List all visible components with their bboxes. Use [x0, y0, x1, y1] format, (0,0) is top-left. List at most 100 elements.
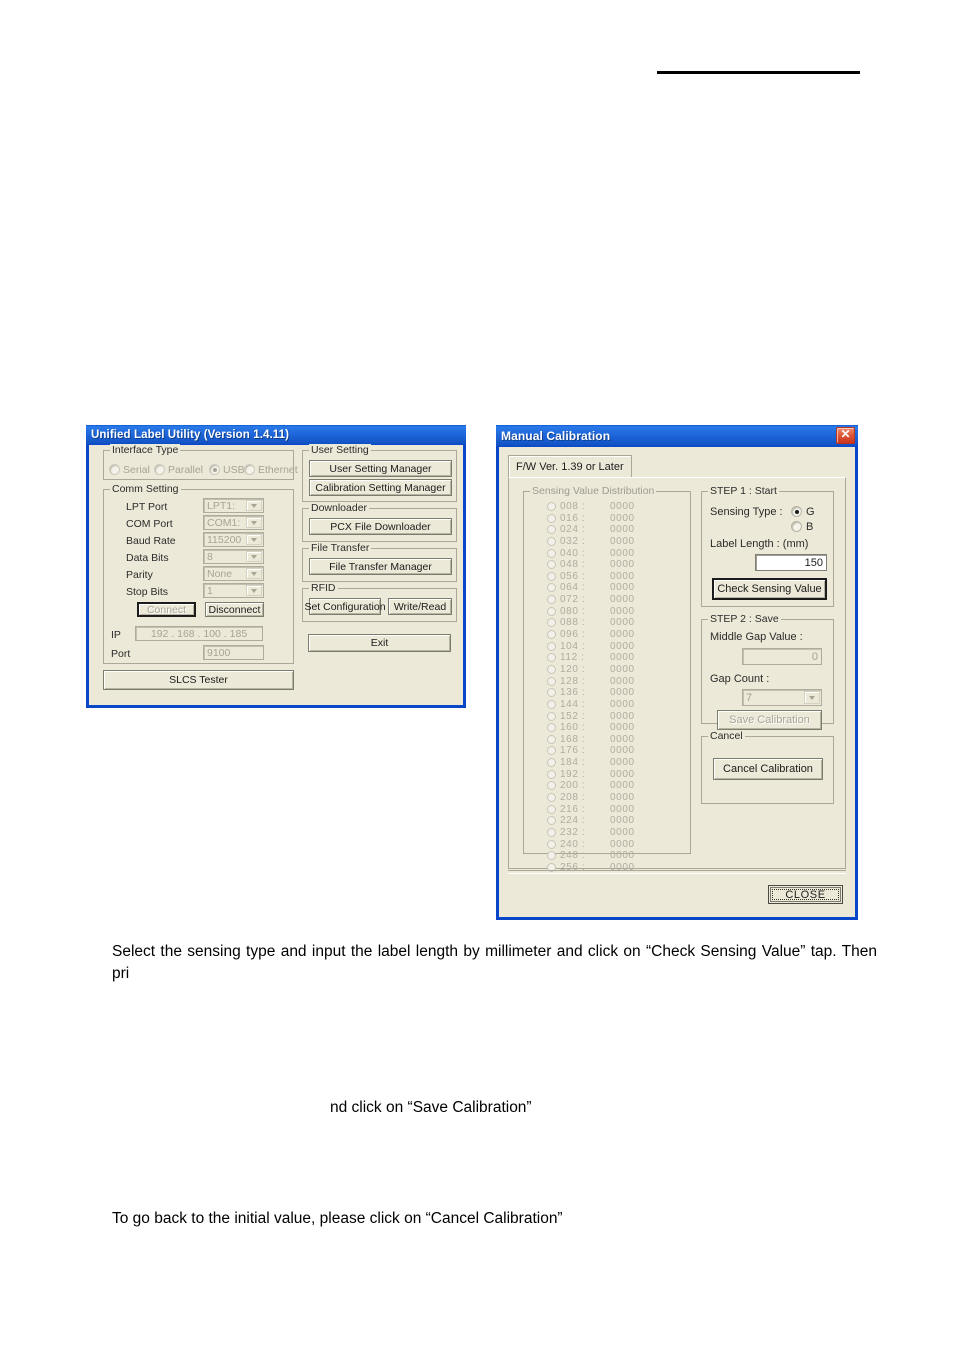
sensing-value-amount: 0000 [610, 640, 635, 652]
sensing-value-distribution-groupbox: Sensing Value Distribution 008 :0000 016 … [523, 485, 691, 873]
chevron-down-icon[interactable] [246, 551, 262, 562]
sensing-value-row: 016 : 0000 [547, 513, 684, 525]
sensing-value-row: 104 : 0000 [547, 641, 684, 653]
sensing-value-radio[interactable] [547, 641, 556, 651]
middle-gap-value-field[interactable]: 0 [742, 648, 822, 665]
sensing-value-radio[interactable] [547, 827, 556, 837]
sensing-value-index: 032 : [560, 535, 586, 547]
sensing-value-radio[interactable] [547, 746, 556, 756]
baud-rate-combo[interactable]: 115200 [203, 532, 264, 547]
close-button[interactable]: CLOSE [768, 885, 843, 904]
sensing-value-amount: 0000 [610, 757, 635, 769]
sensing-value-index: 056 : [560, 570, 586, 582]
radio-serial[interactable] [109, 464, 120, 475]
ip-field[interactable]: 192 . 168 . 100 . 185 [135, 626, 263, 641]
sensing-value-index: 104 : [560, 640, 586, 652]
sensing-value-radio[interactable] [547, 560, 556, 570]
sensing-value-radio[interactable] [547, 583, 556, 593]
gap-count-combo[interactable]: 7 [742, 689, 822, 706]
tab-fw-version[interactable]: F/W Ver. 1.39 or Later [508, 455, 632, 477]
disconnect-button[interactable]: Disconnect [205, 602, 264, 617]
sensing-value-radio[interactable] [547, 630, 556, 640]
bottom-divider [508, 870, 846, 874]
sensing-value-radio[interactable] [547, 653, 556, 663]
sensing-value-distribution-legend: Sensing Value Distribution [530, 485, 657, 497]
write-read-button[interactable]: Write/Read [388, 598, 452, 615]
sensing-value-radio[interactable] [547, 525, 556, 535]
sensing-value-radio[interactable] [547, 606, 556, 616]
lpt-port-combo[interactable]: LPT1: [203, 498, 264, 513]
chevron-down-icon[interactable] [246, 500, 262, 511]
stop-bits-combo[interactable]: 1 [203, 583, 264, 598]
sensing-value-index: 168 : [560, 733, 586, 745]
sensing-value-radio[interactable] [547, 664, 556, 674]
chevron-down-icon[interactable] [246, 568, 262, 579]
sensing-value-index: 072 : [560, 594, 586, 606]
sensing-value-radio[interactable] [547, 699, 556, 709]
connect-button[interactable]: Connect [137, 602, 196, 617]
user-setting-manager-button[interactable]: User Setting Manager [309, 460, 452, 477]
save-calibration-button[interactable]: Save Calibration [717, 710, 822, 730]
label-length-input[interactable]: 150 [755, 554, 827, 571]
sensing-value-radio[interactable] [547, 513, 556, 523]
sensing-value-radio[interactable] [547, 711, 556, 721]
calibration-client-area: F/W Ver. 1.39 or Later Sensing Value Dis… [499, 447, 855, 917]
sensing-value-radio[interactable] [547, 571, 556, 581]
cancel-groupbox: Cancel Cancel Calibration [701, 730, 834, 804]
chevron-down-icon[interactable] [246, 517, 262, 528]
sensing-value-radio[interactable] [547, 618, 556, 628]
close-icon[interactable]: ✕ [836, 427, 855, 444]
comm-setting-legend: Comm Setting [110, 483, 181, 495]
exit-button[interactable]: Exit [308, 634, 451, 652]
com-port-combo[interactable]: COM1: [203, 515, 264, 530]
radio-sensing-type-g[interactable] [791, 506, 802, 517]
sensing-value-index: 048 : [560, 559, 586, 571]
sensing-value-index: 016 : [560, 512, 586, 524]
sensing-value-radio[interactable] [547, 548, 556, 558]
calibration-titlebar[interactable]: Manual Calibration ✕ [496, 425, 858, 447]
com-port-label: COM Port [126, 518, 173, 530]
file-transfer-manager-button[interactable]: File Transfer Manager [309, 558, 452, 575]
sensing-value-radio[interactable] [547, 793, 556, 803]
sensing-value-radio[interactable] [547, 723, 556, 733]
radio-sensing-type-b[interactable] [791, 521, 802, 532]
radio-ethernet[interactable] [244, 464, 255, 475]
downloader-legend: Downloader [309, 502, 370, 514]
sensing-value-radio[interactable] [547, 688, 556, 698]
sensing-value-radio[interactable] [547, 769, 556, 779]
sensing-value-index: 216 : [560, 803, 586, 815]
chevron-down-icon[interactable] [246, 534, 262, 545]
utility-titlebar[interactable]: Unified Label Utility (Version 1.4.11) [86, 425, 466, 445]
sensing-value-radio[interactable] [547, 734, 556, 744]
sensing-value-radio[interactable] [547, 595, 556, 605]
radio-usb[interactable] [209, 464, 220, 475]
set-configuration-button[interactable]: Set Configuration [304, 598, 386, 615]
sensing-value-amount: 0000 [610, 524, 635, 536]
sensing-value-radio[interactable] [547, 851, 556, 861]
port-field[interactable]: 9100 [203, 645, 264, 660]
cancel-calibration-button[interactable]: Cancel Calibration [713, 758, 823, 780]
sensing-value-radio[interactable] [547, 816, 556, 826]
sensing-value-radio[interactable] [547, 502, 556, 511]
radio-parallel[interactable] [154, 464, 165, 475]
sensing-value-amount: 0000 [610, 594, 635, 606]
chevron-down-icon[interactable] [246, 585, 262, 596]
gap-count-label: Gap Count : [710, 673, 770, 685]
sensing-value-row: 040 : 0000 [547, 548, 684, 560]
middle-gap-value-label: Middle Gap Value : [710, 631, 803, 643]
chevron-down-icon[interactable] [804, 691, 820, 704]
sensing-value-radio[interactable] [547, 758, 556, 768]
sensing-value-radio[interactable] [547, 839, 556, 849]
sensing-value-radio[interactable] [547, 676, 556, 686]
sensing-value-radio[interactable] [547, 804, 556, 814]
sensing-value-radio[interactable] [547, 536, 556, 546]
pcx-file-downloader-button[interactable]: PCX File Downloader [309, 518, 452, 535]
data-bits-combo[interactable]: 8 [203, 549, 264, 564]
check-sensing-value-button[interactable]: Check Sensing Value [712, 578, 827, 600]
parity-combo[interactable]: None [203, 566, 264, 581]
slcs-tester-button[interactable]: SLCS Tester [103, 670, 294, 690]
sensing-value-index: 232 : [560, 826, 586, 838]
calibration-setting-manager-button[interactable]: Calibration Setting Manager [309, 479, 452, 496]
sensing-value-radio[interactable] [547, 781, 556, 791]
sensing-value-index: 144 : [560, 698, 586, 710]
